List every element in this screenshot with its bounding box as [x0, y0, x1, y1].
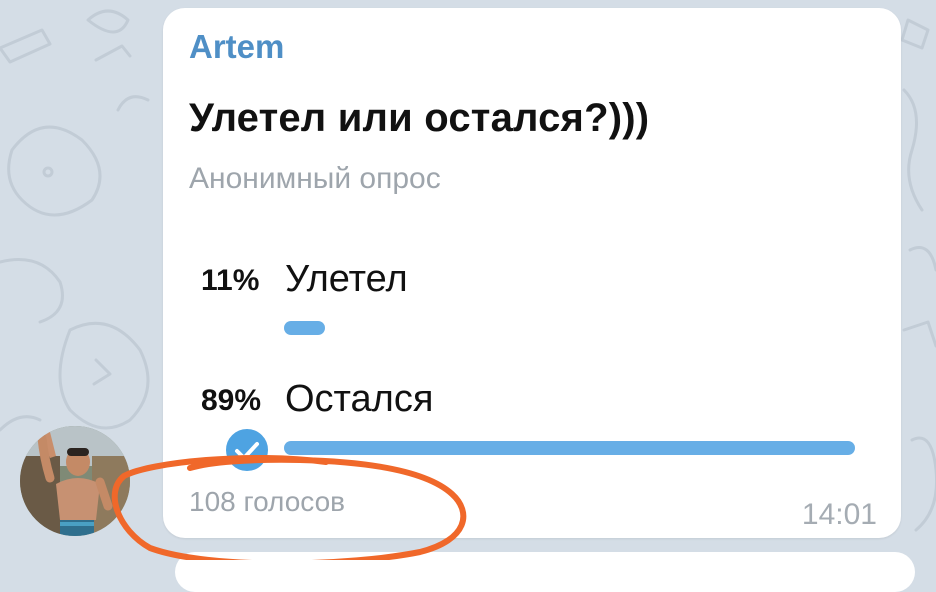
poll-question: Улетел или остался?)))	[189, 96, 650, 140]
poll-option-percent: 11%	[201, 264, 260, 297]
message-time: 14:01	[801, 498, 877, 531]
avatar-photo	[20, 426, 130, 536]
message-bubble: Artem Улетел или остался?))) Анонимный о…	[163, 8, 901, 538]
next-message-bubble	[175, 552, 915, 592]
poll-option[interactable]: 89% Остался	[163, 378, 901, 474]
poll-option-bar	[284, 441, 856, 455]
poll-option-bar-track	[284, 321, 856, 335]
poll-option-percent: 89%	[201, 384, 262, 417]
poll-option[interactable]: 11% Улетел	[163, 258, 901, 338]
poll-option-label: Улетел	[285, 258, 408, 300]
poll-option-label: Остался	[285, 378, 434, 420]
poll-type-label: Анонимный опрос	[189, 162, 441, 195]
sender-avatar[interactable]	[20, 426, 130, 536]
poll-votes-count[interactable]: 108 голосов	[189, 486, 345, 518]
poll-option-bar-track	[284, 441, 856, 455]
check-icon	[223, 426, 271, 474]
poll-option-bar	[284, 321, 325, 335]
sender-name[interactable]: Artem	[189, 28, 284, 66]
